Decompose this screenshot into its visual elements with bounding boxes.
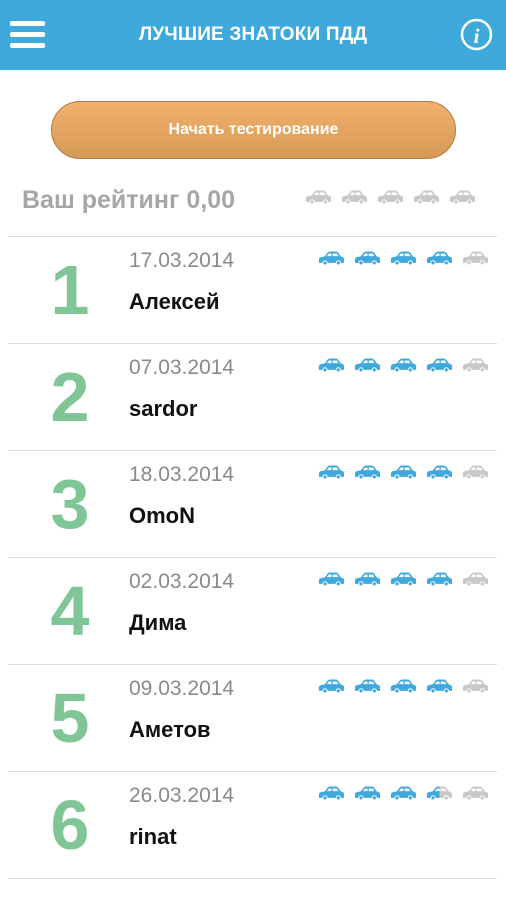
car-icon: [353, 250, 382, 266]
rank-number: 5: [50, 679, 90, 757]
car-icon: [461, 571, 490, 587]
start-test-button[interactable]: Начать тестирование: [51, 101, 456, 159]
car-icon: [448, 189, 477, 205]
entry-name: Дима: [129, 610, 187, 635]
entry-name: sardor: [129, 396, 198, 421]
entry-rating-cars: [317, 678, 490, 694]
leaderboard-row[interactable]: 3 18.03.2014 OmoN: [0, 451, 506, 558]
car-icon: [425, 678, 454, 694]
car-icon: [317, 678, 346, 694]
entry-date: 07.03.2014: [129, 356, 235, 379]
rank-number: 2: [50, 358, 90, 436]
divider: [8, 878, 497, 879]
car-icon: [412, 189, 441, 205]
page-title: ЛУЧШИЕ ЗНАТОКИ ПДД: [138, 24, 368, 45]
car-icon: [317, 571, 346, 587]
user-rating-cars: [304, 189, 477, 205]
app-header: ЛУЧШИЕ ЗНАТОКИ ПДД i: [0, 0, 506, 70]
car-icon: [389, 678, 418, 694]
car-icon: [389, 571, 418, 587]
car-icon: [317, 464, 346, 480]
car-icon: [461, 785, 490, 801]
car-icon: [353, 678, 382, 694]
car-icon: [389, 250, 418, 266]
entry-date: 17.03.2014: [129, 249, 235, 272]
entry-rating-cars: [317, 464, 490, 480]
car-icon: [389, 785, 418, 801]
rank-number: 1: [50, 251, 90, 329]
leaderboard-row[interactable]: 1 17.03.2014 Алексей: [0, 237, 506, 344]
entry-rating-cars: [317, 357, 490, 373]
entry-rating-cars: [317, 785, 490, 801]
entry-rating-cars: [317, 571, 490, 587]
entry-date: 26.03.2014: [129, 784, 235, 807]
entry-name: Аметов: [129, 717, 211, 742]
car-icon: [425, 785, 454, 801]
car-icon: [461, 678, 490, 694]
rank-number: 3: [50, 465, 90, 543]
entry-name: OmoN: [129, 503, 195, 528]
rank-number: 4: [50, 572, 90, 650]
car-icon: [425, 571, 454, 587]
user-rating-label: Ваш рейтинг 0,00: [22, 186, 236, 214]
car-icon: [353, 571, 382, 587]
leaderboard-row[interactable]: 5 09.03.2014 Аметов: [0, 665, 506, 772]
entry-date: 02.03.2014: [129, 570, 235, 593]
leaderboard-row[interactable]: 2 07.03.2014 sardor: [0, 344, 506, 451]
car-icon: [461, 250, 490, 266]
leaderboard-row[interactable]: 6 26.03.2014 rinat: [0, 772, 506, 879]
car-icon: [425, 250, 454, 266]
car-icon: [304, 189, 333, 205]
car-icon: [353, 785, 382, 801]
car-icon: [317, 357, 346, 373]
rank-number: 6: [50, 786, 90, 864]
car-icon: [317, 785, 346, 801]
car-icon: [425, 357, 454, 373]
entry-date: 18.03.2014: [129, 463, 235, 486]
entry-name: rinat: [129, 824, 177, 849]
svg-text:i: i: [474, 24, 480, 48]
entry-rating-cars: [317, 250, 490, 266]
car-icon: [461, 357, 490, 373]
car-icon: [425, 464, 454, 480]
car-icon: [389, 357, 418, 373]
car-icon: [317, 250, 346, 266]
car-icon: [353, 357, 382, 373]
leaderboard-row[interactable]: 4 02.03.2014 Дима: [0, 558, 506, 665]
info-icon[interactable]: i: [460, 18, 493, 51]
entry-date: 09.03.2014: [129, 677, 235, 700]
car-icon: [353, 464, 382, 480]
car-icon: [340, 189, 369, 205]
entry-name: Алексей: [129, 289, 220, 314]
car-icon: [461, 464, 490, 480]
car-icon: [389, 464, 418, 480]
car-icon: [376, 189, 405, 205]
